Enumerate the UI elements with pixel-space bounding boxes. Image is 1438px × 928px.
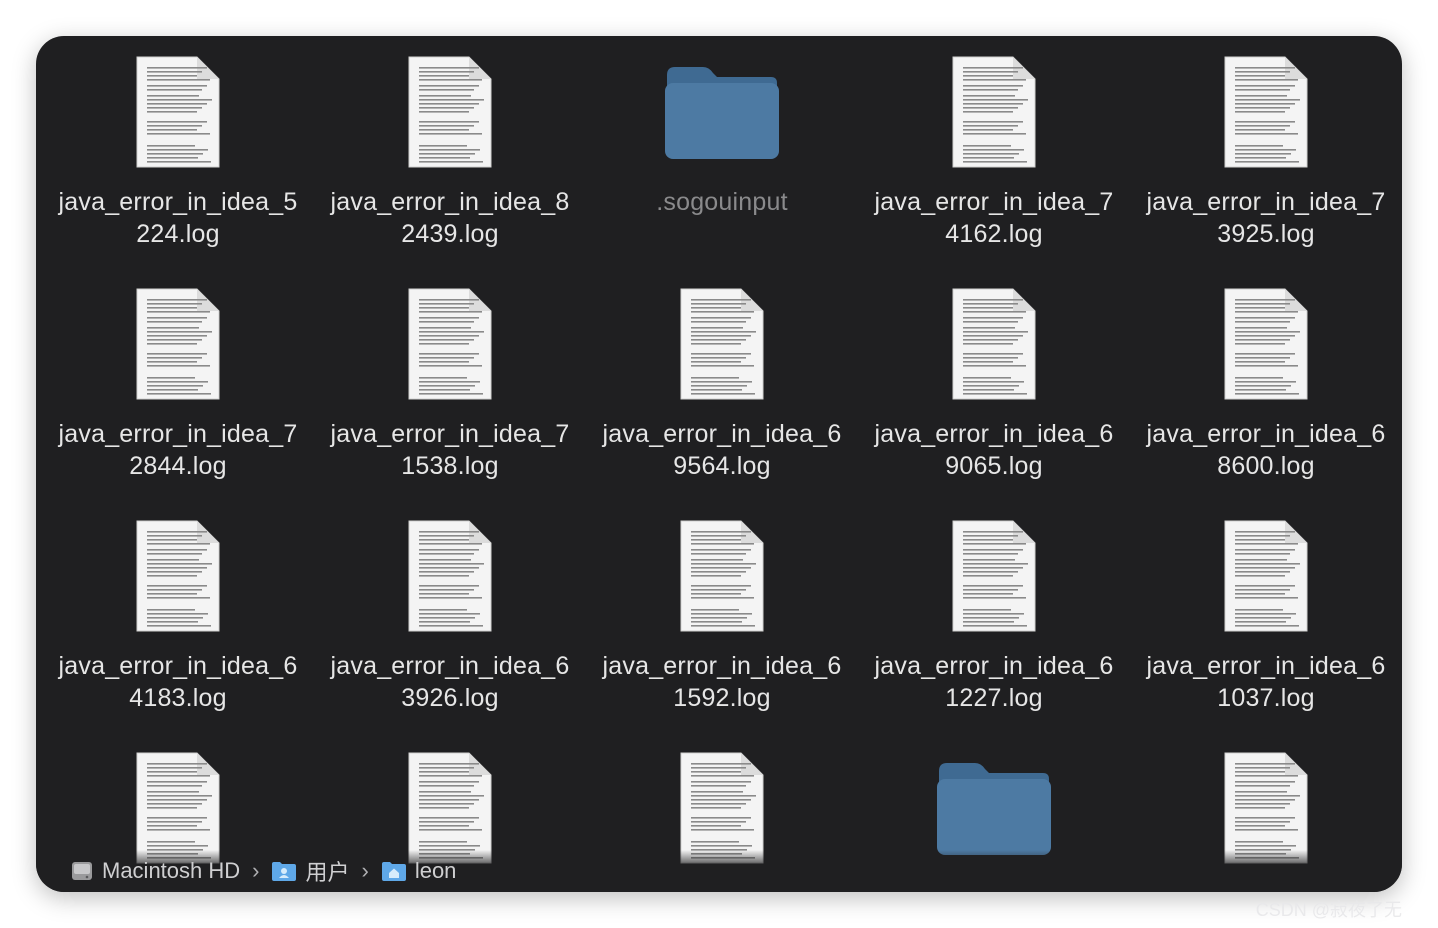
path-item-leon[interactable]: leon [381,858,457,884]
path-separator-icon: › [252,858,260,883]
document-icon [952,288,1036,400]
document-icon [952,56,1036,168]
item-icon-wrap [42,268,314,418]
item-name: java_error_in_idea_7 3925.log [1146,188,1386,248]
file-item[interactable]: java_error_in_idea_7 4162.log [858,36,1130,268]
item-name: java_error_in_idea_6 4183.log [58,652,298,712]
item-icon-wrap [1130,36,1402,186]
document-icon [952,520,1036,632]
path-item-users[interactable]: 用户 [271,855,350,887]
document-icon [680,520,764,632]
item-icon-wrap [586,500,858,650]
path-item-label: 用户 [305,860,350,885]
item-name: java_error_in_idea_7 2844.log [58,420,298,480]
file-item[interactable]: java_error_in_idea_6 3926.log [314,500,586,732]
item-name: java_error_in_idea_6 9065.log [874,420,1114,480]
hard-drive-icon [72,862,92,880]
item-name: java_error_in_idea_7 1538.log [330,420,570,480]
item-name: java_error_in_idea_6 3926.log [330,652,570,712]
file-item[interactable]: java_error_in_idea_6 9065.log [858,268,1130,500]
finder-window: java_error_in_idea_5 224.log java_error_… [36,36,1402,892]
file-icon-grid: java_error_in_idea_5 224.log java_error_… [36,36,1402,892]
item-icon-wrap [42,500,314,650]
file-item[interactable]: java_error_in_idea_6 1592.log [586,500,858,732]
document-icon [408,56,492,168]
document-icon [1224,520,1308,632]
document-icon [680,752,764,864]
path-item-macintosh-hd[interactable]: Macintosh HD [70,858,240,884]
path-bar: Macintosh HD › 用户 › leon [36,850,1402,892]
item-name: java_error_in_idea_6 1227.log [874,652,1114,712]
path-item-label: leon [414,858,457,883]
item-icon-wrap [858,500,1130,650]
document-icon [408,752,492,864]
item-icon-wrap [314,36,586,186]
document-icon [136,752,220,864]
document-icon [136,56,220,168]
document-icon [136,288,220,400]
file-item[interactable]: java_error_in_idea_7 1538.log [314,268,586,500]
file-item[interactable]: java_error_in_idea_6 9564.log [586,268,858,500]
document-icon [408,288,492,400]
item-name: .sogouinput [656,188,788,216]
path-item-label: Macintosh HD [102,858,241,883]
item-icon-wrap [314,268,586,418]
item-name: java_error_in_idea_6 8600.log [1146,420,1386,480]
home-folder-icon [381,862,406,881]
document-icon [1224,56,1308,168]
file-item[interactable]: java_error_in_idea_8 2439.log [314,36,586,268]
folder-item[interactable]: .sogouinput [586,36,858,268]
item-name: java_error_in_idea_8 2439.log [330,188,570,248]
folder-icon [665,67,779,159]
item-name: java_error_in_idea_6 9564.log [602,420,842,480]
document-icon [680,288,764,400]
file-item[interactable]: java_error_in_idea_5 224.log [42,36,314,268]
file-item[interactable]: java_error_in_idea_7 2844.log [42,268,314,500]
item-icon-wrap [314,500,586,650]
item-icon-wrap [1130,268,1402,418]
watermark: CSDN @寂夜了无 [1255,900,1402,920]
folder-icon [937,763,1051,855]
file-item[interactable]: java_error_in_idea_7 3925.log [1130,36,1402,268]
users-folder-icon [272,862,297,881]
file-item[interactable]: java_error_in_idea_6 1227.log [858,500,1130,732]
path-separator-icon: › [361,858,369,883]
file-item[interactable]: java_error_in_idea_6 8600.log [1130,268,1402,500]
item-icon-wrap [586,36,858,186]
document-icon [136,520,220,632]
document-icon [1224,752,1308,864]
item-name: java_error_in_idea_7 4162.log [874,188,1114,248]
item-name: java_error_in_idea_6 1592.log [602,652,842,712]
item-icon-wrap [858,268,1130,418]
document-icon [1224,288,1308,400]
file-item[interactable]: java_error_in_idea_6 1037.log [1130,500,1402,732]
item-icon-wrap [858,36,1130,186]
item-icon-wrap [586,268,858,418]
document-icon [408,520,492,632]
item-name: java_error_in_idea_5 224.log [58,188,298,248]
file-item[interactable]: java_error_in_idea_6 4183.log [42,500,314,732]
item-icon-wrap [1130,500,1402,650]
item-name: java_error_in_idea_6 1037.log [1146,652,1386,712]
item-icon-wrap [42,36,314,186]
